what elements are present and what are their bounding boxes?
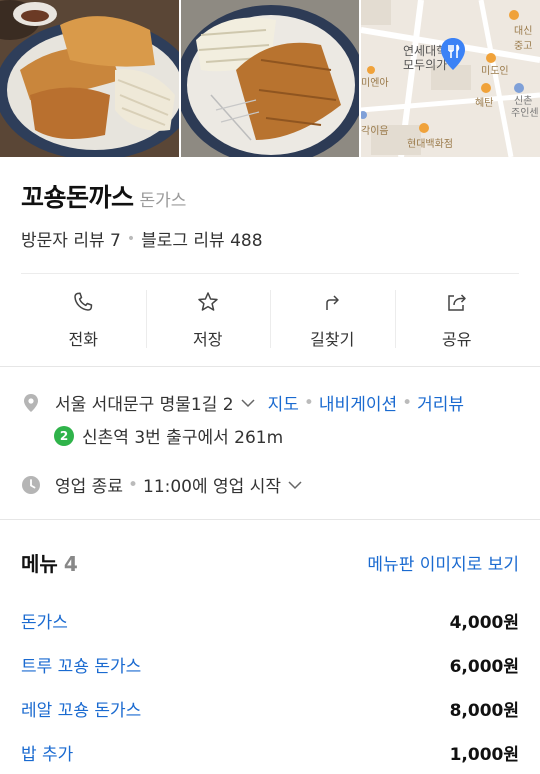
place-category: 돈가스 [139,191,187,211]
map-label-d: 혜탄 [475,98,494,109]
review-summary: 방문자 리뷰 7 • 블로그 리뷰 488 [21,226,263,252]
menu-header: 메뉴 4 메뉴판 이미지로 보기 [21,548,519,577]
separator-dot: • [126,230,136,247]
menu-list: 돈가스 4,000원 트루 꼬숑 돈가스 6,000원 레알 꼬숑 돈가스 8,… [21,598,519,774]
share-label: 공유 [442,330,472,349]
separator-dot: • [402,392,413,413]
food-photo-1[interactable] [0,0,179,157]
menu-count: 4 [63,552,78,576]
business-status: 영업 종료 [55,477,123,497]
section-divider [0,519,540,520]
address-text: 서울 서대문구 명물1길 2 [55,395,234,415]
star-icon [198,292,218,311]
map-label-e: 미엔아 [361,78,389,89]
menu-image-link[interactable]: 메뉴판 이미지로 보기 [367,550,519,575]
phone-icon [74,292,93,311]
visitor-review-count[interactable]: 방문자 리뷰 7 [21,226,121,251]
menu-item-name[interactable]: 밥 추가 [21,740,73,765]
call-label: 전화 [68,330,98,349]
subway-row: 2 신촌역 3번 출구에서 261m [54,423,283,448]
blog-review-count[interactable]: 블로그 리뷰 488 [141,226,262,251]
menu-item-name[interactable]: 레알 꼬숑 돈가스 [21,696,141,721]
chevron-down-icon[interactable] [287,477,303,493]
share-button[interactable]: 공유 [394,286,520,352]
place-title-row: 꼬숑돈까스 돈가스 [21,178,186,214]
address-row: 서울 서대문구 명물1길 2 지도 • 내비게이션 • 거리뷰 [21,390,464,415]
menu-item-price: 6,000원 [449,656,519,677]
chevron-down-icon[interactable] [240,395,256,411]
menu-item[interactable]: 돈가스 4,000원 [21,598,519,642]
katsu-cabbage-image [181,0,359,157]
map-label-f: 각이음 [361,126,389,137]
opening-time: 11:00에 영업 시작 [143,477,281,497]
map-label-dept: 현대백화점 [407,139,453,150]
photo-strip[interactable]: 대신중고 연세대학 모두의가 미도인 신촌 주인센 혜탄 미엔아 각이음 현대백… [0,0,540,157]
map-pin-icon [441,38,465,70]
place-name: 꼬숑돈까스 [21,183,134,212]
subway-line-badge: 2 [54,425,74,446]
menu-item-price: 8,000원 [449,700,519,721]
divider [21,273,519,274]
menu-item[interactable]: 트루 꼬숑 돈가스 6,000원 [21,642,519,686]
map-link[interactable]: 지도 [268,390,299,415]
directions-label: 길찾기 [310,330,355,349]
food-photo-2[interactable] [181,0,359,157]
menu-title: 메뉴 [21,552,58,576]
location-pin-icon [24,393,38,412]
action-bar: 전화 저장 길찾기 공유 [21,286,519,352]
hours-row[interactable]: 영업 종료 • 11:00에 영업 시작 [21,472,315,497]
directions-button[interactable]: 길찾기 [270,286,395,352]
menu-item-price: 4,000원 [449,612,519,633]
separator-dot: • [303,392,314,413]
menu-item-name[interactable]: 돈가스 [21,608,68,633]
map-label-top-right: 대신중고 [514,26,533,52]
subway-distance: 신촌역 3번 출구에서 261m [82,428,284,448]
street-view-link[interactable]: 거리뷰 [417,390,464,415]
tonkatsu-plate-image [0,0,179,157]
clock-icon [22,475,40,494]
menu-item-name[interactable]: 트루 꼬숑 돈가스 [21,652,141,677]
map-thumbnail[interactable]: 대신중고 연세대학 모두의가 미도인 신촌 주인센 혜탄 미엔아 각이음 현대백… [361,0,540,157]
save-label: 저장 [193,330,223,349]
directions-icon [326,295,339,310]
menu-item[interactable]: 레알 꼬숑 돈가스 8,000원 [21,686,519,730]
map-label-c: 주인센 [511,108,539,119]
section-divider [0,366,540,367]
separator-dot: • [127,474,138,495]
map-label-a: 미도인 [481,66,509,77]
save-button[interactable]: 저장 [145,286,271,352]
menu-item-price: 1,000원 [449,744,519,765]
navigation-link[interactable]: 내비게이션 [319,390,397,415]
call-button[interactable]: 전화 [21,286,146,352]
share-icon [448,294,466,311]
menu-item[interactable]: 밥 추가 1,000원 [21,730,519,774]
